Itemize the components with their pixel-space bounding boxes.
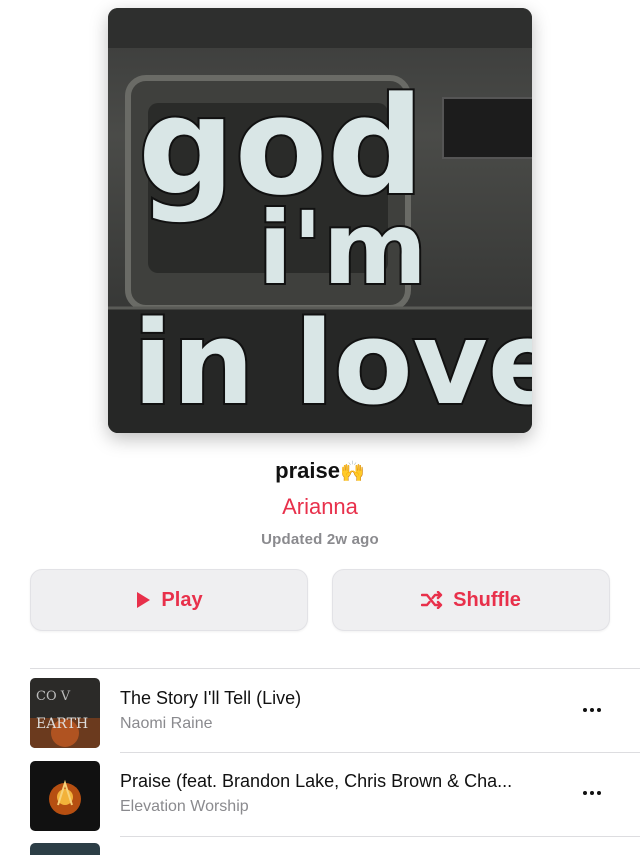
play-button[interactable]: Play — [30, 569, 308, 631]
track-row[interactable]: CO V EARTH The Story I'll Tell (Live) Na… — [0, 670, 640, 753]
track-title: The Story I'll Tell (Live) — [120, 688, 302, 708]
track-artwork-partial — [30, 843, 100, 855]
shuffle-button[interactable]: Shuffle — [332, 569, 610, 631]
artwork-lettering-line-3: in love — [133, 297, 532, 431]
shuffle-label: Shuffle — [453, 588, 521, 611]
playlist-curator[interactable]: Arianna — [0, 494, 640, 520]
track-title: Praise (feat. Brandon Lake, Chris Brown … — [120, 771, 513, 791]
play-label: Play — [161, 588, 203, 611]
artwork-lettering-line-2: i'm — [258, 190, 427, 307]
divider — [30, 668, 640, 669]
track-artist: Elevation Worship — [120, 798, 249, 815]
more-options-icon[interactable] — [580, 783, 604, 803]
track-artwork — [30, 761, 100, 831]
playlist-title: praise🙌 — [275, 458, 365, 483]
divider — [120, 836, 640, 837]
track-row[interactable]: Praise (feat. Brandon Lake, Chris Brown … — [0, 753, 640, 836]
svg-text:CO V: CO V — [36, 689, 71, 704]
playlist-artwork: god i'm in love — [108, 8, 532, 433]
track-artist: Naomi Raine — [120, 715, 213, 732]
shuffle-icon — [421, 591, 443, 609]
raised-hands-emoji: 🙌 — [339, 461, 365, 483]
play-icon — [137, 592, 151, 608]
svg-text:EARTH: EARTH — [36, 716, 88, 732]
track-artwork: CO V EARTH — [30, 678, 100, 748]
more-options-icon[interactable] — [580, 700, 604, 720]
updated-timestamp: Updated 2w ago — [261, 531, 379, 548]
